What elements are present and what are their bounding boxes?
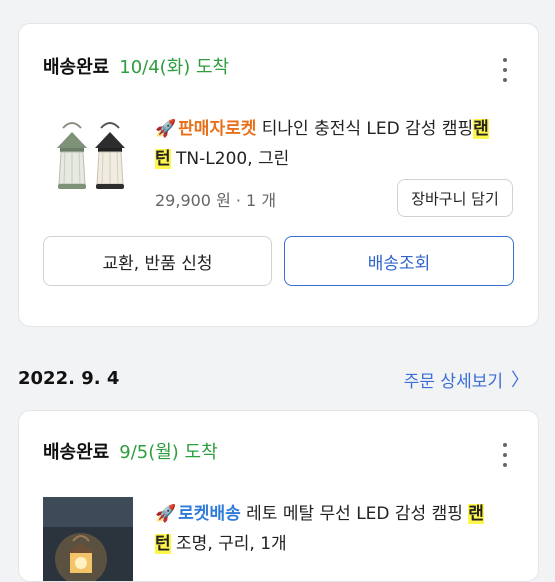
order-detail-label: 주문 상세보기 bbox=[403, 371, 503, 392]
order-date: 2022. 9. 4 bbox=[18, 368, 120, 389]
previous-order-strip bbox=[0, 0, 555, 8]
delivery-status: 배송완료 9/5(월) 도착 bbox=[43, 442, 218, 464]
track-delivery-button[interactable]: 배송조회 bbox=[284, 236, 514, 286]
product-name: 티나인 충전식 LED 감성 캠핑 bbox=[261, 119, 474, 139]
order-header: 2022. 9. 4 주문 상세보기 〉 bbox=[0, 360, 555, 396]
exchange-return-button[interactable]: 교환, 반품 신청 bbox=[43, 236, 272, 286]
rocket-icon: 🚀 bbox=[155, 504, 177, 524]
search-highlight: 턴 bbox=[155, 534, 171, 554]
lantern-green-image bbox=[57, 122, 87, 189]
rocket-delivery-badge: 🚀 로켓배송 bbox=[155, 504, 241, 524]
status-label: 배송완료 bbox=[43, 442, 110, 463]
rocket-icon: 🚀 bbox=[155, 119, 177, 139]
product-image[interactable] bbox=[45, 118, 137, 198]
delivery-status: 배송완료 10/4(화) 도착 bbox=[43, 57, 229, 79]
product-name: 레토 메탈 무선 LED 감성 캠핑 bbox=[246, 504, 463, 524]
search-highlight: 턴 bbox=[155, 149, 171, 169]
add-to-cart-button[interactable]: 장바구니 담기 bbox=[397, 179, 513, 217]
product-title[interactable]: 🚀 로켓배송 레토 메탈 무선 LED 감성 캠핑 랜턴 조명, 구리, 1개 bbox=[155, 499, 525, 559]
order-item-card: 배송완료 9/5(월) 도착 🚀 로켓배송 레토 메탈 무선 LED 감성 캠핑 … bbox=[18, 410, 539, 582]
lantern-black-image bbox=[95, 122, 125, 189]
more-options-icon[interactable] bbox=[500, 443, 510, 467]
arrival-date: 9/5(월) 도착 bbox=[119, 442, 218, 463]
search-highlight: 랜 bbox=[468, 504, 484, 524]
order-item-card: 배송완료 10/4(화) 도착 🚀 판매자로켓 티나인 충전식 LED 감성 캠… bbox=[18, 23, 539, 327]
seller-rocket-badge: 🚀 판매자로켓 bbox=[155, 119, 257, 139]
price-quantity: 29,900 원 · 1 개 bbox=[155, 191, 277, 210]
product-image[interactable] bbox=[43, 497, 133, 581]
chevron-right-icon: 〉 bbox=[511, 370, 529, 391]
status-label: 배송완료 bbox=[43, 57, 110, 78]
search-highlight: 랜 bbox=[473, 119, 489, 139]
order-detail-link[interactable]: 주문 상세보기 〉 bbox=[404, 366, 529, 392]
product-option: TN-L200, 그린 bbox=[176, 149, 290, 169]
product-title[interactable]: 🚀 판매자로켓 티나인 충전식 LED 감성 캠핑랜턴 TN-L200, 그린 bbox=[155, 114, 525, 174]
more-options-icon[interactable] bbox=[500, 58, 510, 82]
product-option: 조명, 구리, 1개 bbox=[176, 534, 287, 554]
arrival-date: 10/4(화) 도착 bbox=[119, 57, 230, 78]
